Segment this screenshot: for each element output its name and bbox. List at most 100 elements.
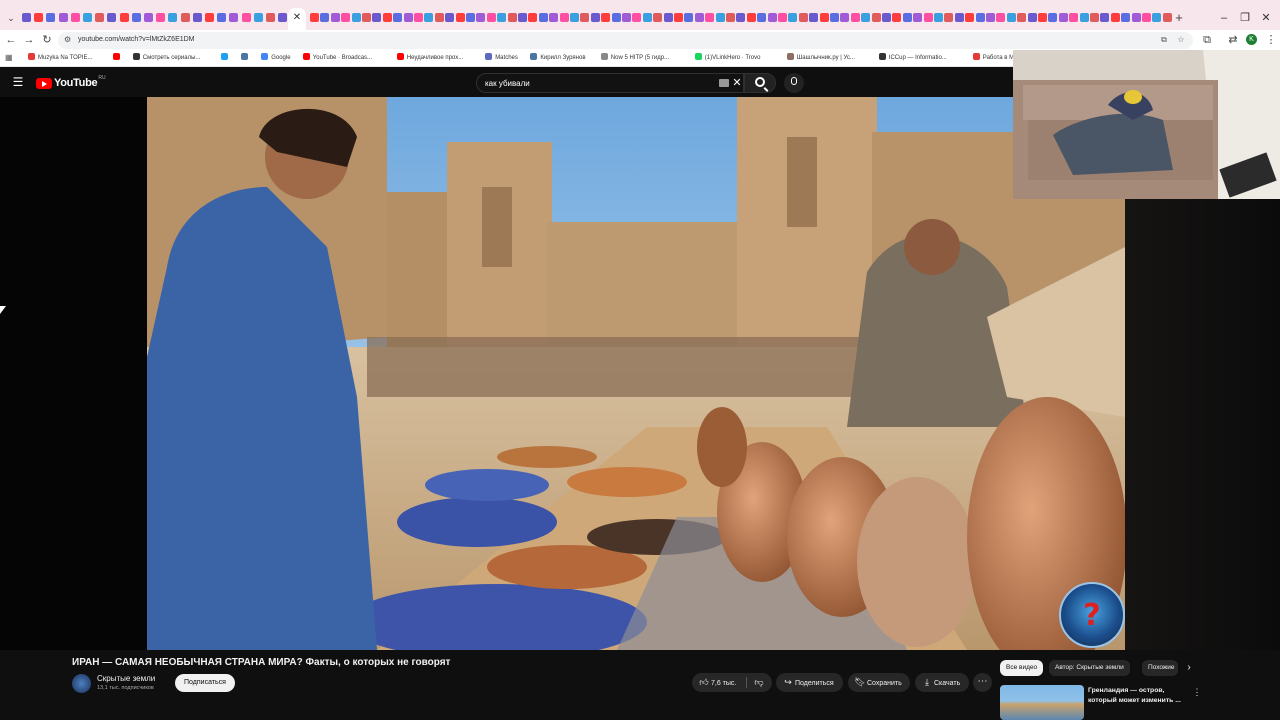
- browser-tab[interactable]: [266, 13, 275, 22]
- clear-search-icon[interactable]: ✕: [731, 76, 743, 90]
- download-button[interactable]: ⤓ Скачать: [915, 673, 969, 692]
- browser-tab[interactable]: [684, 13, 693, 22]
- browser-tab[interactable]: [768, 13, 777, 22]
- browser-tab[interactable]: [560, 13, 569, 22]
- browser-tab[interactable]: [799, 13, 808, 22]
- browser-tab[interactable]: [539, 13, 548, 22]
- browser-tab[interactable]: [1132, 13, 1141, 22]
- browser-tab[interactable]: [747, 13, 756, 22]
- channel-watermark[interactable]: ?: [1059, 582, 1125, 648]
- reload-icon[interactable]: ↻: [40, 33, 54, 47]
- minimize-icon[interactable]: –: [1217, 11, 1231, 25]
- browser-tab[interactable]: [362, 13, 371, 22]
- browser-tab[interactable]: [976, 13, 985, 22]
- browser-tab[interactable]: [34, 13, 43, 22]
- channel-avatar[interactable]: [72, 674, 91, 693]
- hamburger-menu-icon[interactable]: ☰: [12, 76, 24, 88]
- browser-tab[interactable]: [59, 13, 68, 22]
- youtube-logo[interactable]: YouTube RU: [36, 75, 106, 90]
- browser-tab[interactable]: [664, 13, 673, 22]
- browser-tab[interactable]: [1152, 13, 1161, 22]
- browser-tab[interactable]: [1111, 13, 1120, 22]
- browser-tab[interactable]: [372, 13, 381, 22]
- browser-tab[interactable]: [229, 13, 238, 22]
- browser-tab[interactable]: [612, 13, 621, 22]
- chip-author[interactable]: Автор: Скрытые земли: [1049, 660, 1130, 676]
- browser-tab[interactable]: [383, 13, 392, 22]
- bookmark-item[interactable]: Смотреть сериалы...: [132, 53, 213, 64]
- browser-tab[interactable]: [1017, 13, 1026, 22]
- bookmark-item[interactable]: Google: [261, 53, 295, 64]
- browser-tab[interactable]: [456, 13, 465, 22]
- browser-tab[interactable]: [736, 13, 745, 22]
- bookmark-item[interactable]: Шашлычник.ру | Ус...: [786, 53, 871, 64]
- back-icon[interactable]: ←: [4, 33, 18, 47]
- browser-tab[interactable]: [393, 13, 402, 22]
- browser-tab[interactable]: [242, 13, 251, 22]
- browser-tab[interactable]: [716, 13, 725, 22]
- recommendation-thumbnail[interactable]: [1000, 685, 1084, 720]
- channel-name[interactable]: Скрытые земли: [97, 674, 155, 684]
- browser-tab[interactable]: [414, 13, 423, 22]
- bookmark-star-icon[interactable]: ☆: [1176, 35, 1186, 45]
- browser-tab[interactable]: [1121, 13, 1130, 22]
- browser-tab[interactable]: [820, 13, 829, 22]
- browser-tab[interactable]: [934, 13, 943, 22]
- browser-tab[interactable]: [1048, 13, 1057, 22]
- browser-tab[interactable]: [217, 13, 226, 22]
- browser-tab[interactable]: [466, 13, 475, 22]
- browser-tab[interactable]: [528, 13, 537, 22]
- share-button[interactable]: ↪ Поделиться: [776, 673, 843, 692]
- site-info-icon[interactable]: ⚙: [64, 35, 74, 45]
- browser-tab[interactable]: [404, 13, 413, 22]
- search-button[interactable]: [744, 73, 776, 93]
- browser-tab[interactable]: [156, 13, 165, 22]
- browser-tab[interactable]: [320, 13, 329, 22]
- browser-tab[interactable]: [71, 13, 80, 22]
- browser-menu-icon[interactable]: ⋮: [1264, 33, 1278, 47]
- extensions-icon[interactable]: ⧉: [1200, 33, 1214, 47]
- browser-tab[interactable]: [1080, 13, 1089, 22]
- url-text[interactable]: youtube.com/watch?v=lMtZkZ6E1DM: [78, 35, 195, 45]
- like-count[interactable]: 7,6 тыс.: [711, 680, 736, 687]
- browser-tab[interactable]: [924, 13, 933, 22]
- extension-icon[interactable]: ⇄: [1226, 33, 1240, 47]
- browser-tab[interactable]: [497, 13, 506, 22]
- browser-tab[interactable]: [840, 13, 849, 22]
- browser-tab[interactable]: [518, 13, 527, 22]
- browser-tab[interactable]: [278, 13, 287, 22]
- window-close-icon[interactable]: ✕: [1259, 11, 1273, 25]
- browser-tab[interactable]: [83, 13, 92, 22]
- bookmark-item[interactable]: [241, 53, 253, 64]
- browser-tab[interactable]: [549, 13, 558, 22]
- browser-tab[interactable]: [331, 13, 340, 22]
- browser-tab[interactable]: [903, 13, 912, 22]
- browser-tab[interactable]: [570, 13, 579, 22]
- browser-tab[interactable]: [181, 13, 190, 22]
- browser-tab[interactable]: [872, 13, 881, 22]
- browser-tab[interactable]: [705, 13, 714, 22]
- browser-tab[interactable]: [254, 13, 263, 22]
- browser-tab[interactable]: [986, 13, 995, 22]
- browser-tab[interactable]: [632, 13, 641, 22]
- bookmark-item[interactable]: YouTube · Broadcas...: [302, 53, 389, 64]
- browser-tab[interactable]: [1038, 13, 1047, 22]
- browser-tab[interactable]: [310, 13, 319, 22]
- video-player[interactable]: [147, 97, 1125, 650]
- browser-tab[interactable]: [591, 13, 600, 22]
- browser-tab[interactable]: [778, 13, 787, 22]
- browser-tab[interactable]: [487, 13, 496, 22]
- browser-tab[interactable]: [955, 13, 964, 22]
- subscribe-button[interactable]: Подписаться: [175, 674, 235, 692]
- browser-tab[interactable]: [601, 13, 610, 22]
- browser-tab[interactable]: [144, 13, 153, 22]
- browser-tab[interactable]: [424, 13, 433, 22]
- bookmark-item[interactable]: [112, 53, 125, 64]
- bookmark-item[interactable]: Matches: [485, 53, 522, 64]
- browser-tab[interactable]: [341, 13, 350, 22]
- browser-tab[interactable]: [1090, 13, 1099, 22]
- browser-tab[interactable]: [861, 13, 870, 22]
- browser-tab[interactable]: [508, 13, 517, 22]
- browser-tab[interactable]: [674, 13, 683, 22]
- browser-tab[interactable]: [788, 13, 797, 22]
